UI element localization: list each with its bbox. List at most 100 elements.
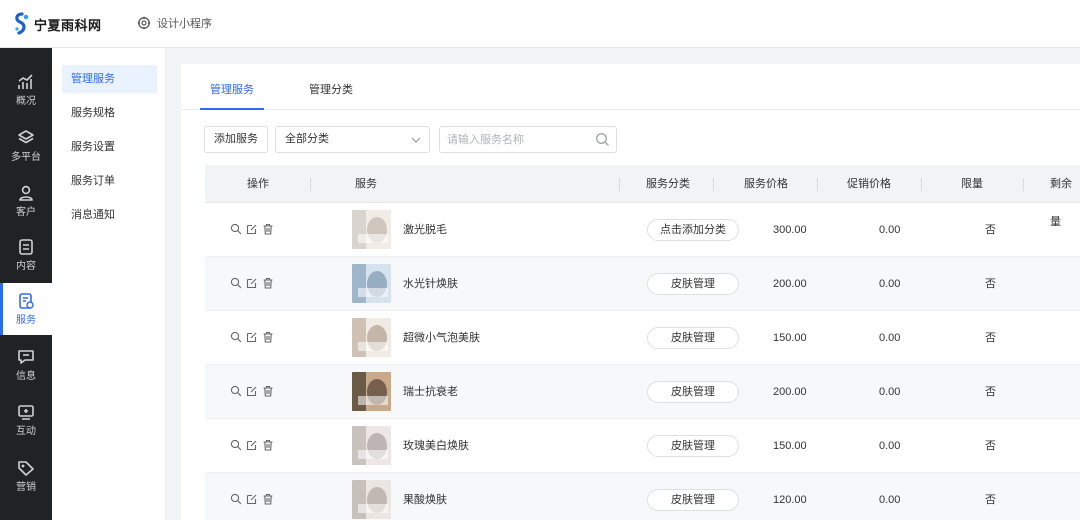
sidebar-item-label: 互动: [16, 426, 36, 437]
sidebar-item-label: 服务: [16, 315, 36, 326]
delete-icon[interactable]: [262, 277, 274, 289]
promo-price: 0.00: [879, 332, 901, 344]
subnav-item-notifications[interactable]: 消息通知: [62, 201, 157, 229]
service-name[interactable]: 激光脱毛: [403, 203, 447, 257]
sidebar-item-label: 客户: [16, 207, 36, 218]
column-header-limit: 限量: [961, 178, 983, 190]
limit-flag: 否: [985, 224, 996, 236]
search-icon[interactable]: [595, 132, 610, 147]
row-actions: [230, 493, 274, 505]
service-thumbnail: [352, 210, 391, 249]
category-pill[interactable]: 皮肤管理: [647, 435, 739, 457]
service-price: 300.00: [773, 224, 807, 236]
service-name[interactable]: 超微小气泡美肤: [403, 311, 480, 365]
sidebar-item-overview[interactable]: 概况: [0, 64, 52, 116]
sidebar-item-services[interactable]: 服务: [0, 283, 52, 335]
service-price: 150.00: [773, 440, 807, 452]
view-icon[interactable]: [230, 331, 242, 343]
edit-icon[interactable]: [246, 277, 258, 289]
brand-name: 宁夏雨科网: [34, 18, 102, 34]
limit-flag: 否: [985, 440, 996, 452]
document-icon: [19, 239, 33, 255]
limit-flag: 否: [985, 386, 996, 398]
sidebar-item-content[interactable]: 内容: [0, 229, 52, 281]
service-name[interactable]: 瑞士抗衰老: [403, 365, 458, 419]
delete-icon[interactable]: [262, 493, 274, 505]
service-thumbnail: [352, 372, 391, 411]
tab-manage-services[interactable]: 管理服务: [210, 81, 254, 97]
sidebar-item-multiplatform[interactable]: 多平台: [0, 120, 52, 172]
category-pill[interactable]: 皮肤管理: [647, 273, 739, 295]
column-header-remaining: 剩余量: [1050, 178, 1072, 228]
promo-price: 0.00: [879, 494, 901, 506]
column-header-actions: 操作: [247, 178, 269, 190]
delete-icon[interactable]: [262, 331, 274, 343]
edit-icon[interactable]: [246, 439, 258, 451]
promo-price: 0.00: [879, 278, 901, 290]
search-input[interactable]: [440, 127, 590, 152]
table-row: 果酸焕肤 皮肤管理 120.00 0.00 否: [205, 473, 1080, 520]
sidebar-item-label: 信息: [16, 371, 36, 382]
sidebar-item-messages[interactable]: 信息: [0, 339, 52, 391]
category-pill[interactable]: 皮肤管理: [647, 327, 739, 349]
edit-icon[interactable]: [246, 223, 258, 235]
row-actions: [230, 277, 274, 289]
table-row: 激光脱毛 点击添加分类 300.00 0.00 否: [205, 203, 1080, 257]
sidebar-item-marketing[interactable]: 营销: [0, 450, 52, 502]
promo-price: 0.00: [879, 224, 901, 236]
add-service-button[interactable]: 添加服务: [204, 126, 268, 153]
subnav-item-service-orders[interactable]: 服务订单: [62, 167, 157, 195]
sidebar-item-label: 概况: [16, 96, 36, 107]
tab-bar: 管理服务 管理分类: [181, 64, 1080, 110]
delete-icon[interactable]: [262, 439, 274, 451]
view-icon[interactable]: [230, 439, 242, 451]
category-select-value: 全部分类: [285, 133, 329, 145]
view-icon[interactable]: [230, 385, 242, 397]
column-divider: [713, 178, 714, 191]
service-price: 150.00: [773, 332, 807, 344]
sidebar-item-customers[interactable]: 客户: [0, 175, 52, 227]
subnav-item-service-specs[interactable]: 服务规格: [62, 99, 157, 127]
edit-icon[interactable]: [246, 385, 258, 397]
design-miniprogram-link[interactable]: 设计小程序: [137, 15, 212, 31]
active-tab-indicator: [200, 108, 264, 110]
column-divider: [921, 178, 922, 191]
brand-logo-icon: [15, 12, 29, 35]
secondary-sidebar: 管理服务 服务规格 服务设置 服务订单 消息通知: [52, 48, 166, 520]
sidebar-item-interaction[interactable]: 互动: [0, 394, 52, 446]
tab-manage-categories[interactable]: 管理分类: [309, 81, 353, 97]
edit-icon[interactable]: [246, 493, 258, 505]
view-icon[interactable]: [230, 493, 242, 505]
service-thumbnail: [352, 426, 391, 465]
limit-flag: 否: [985, 494, 996, 506]
service-thumbnail: [352, 264, 391, 303]
service-name[interactable]: 水光针焕肤: [403, 257, 458, 311]
category-pill[interactable]: 点击添加分类: [647, 219, 739, 241]
sidebar-item-label: 多平台: [11, 152, 41, 163]
interact-icon: [18, 405, 34, 420]
tag-icon: [18, 461, 34, 476]
design-icon: [137, 16, 151, 30]
category-pill[interactable]: 皮肤管理: [647, 381, 739, 403]
column-divider: [817, 178, 818, 191]
edit-icon[interactable]: [246, 331, 258, 343]
subnav-item-service-settings[interactable]: 服务设置: [62, 133, 157, 161]
primary-sidebar: 概况 多平台 客户 内容 服务 信息 互动 营销: [0, 48, 52, 520]
category-pill[interactable]: 皮肤管理: [647, 489, 739, 511]
brand-logo[interactable]: 宁夏雨科网: [12, 11, 102, 37]
service-name[interactable]: 玫瑰美白焕肤: [403, 419, 469, 473]
view-icon[interactable]: [230, 277, 242, 289]
view-icon[interactable]: [230, 223, 242, 235]
row-actions: [230, 439, 274, 451]
service-icon: [19, 293, 34, 309]
delete-icon[interactable]: [262, 223, 274, 235]
service-name[interactable]: 果酸焕肤: [403, 473, 447, 520]
chart-icon: [18, 74, 33, 89]
subnav-item-manage-services[interactable]: 管理服务: [62, 65, 157, 93]
column-divider: [310, 178, 311, 191]
service-price: 200.00: [773, 278, 807, 290]
column-header-service: 服务: [355, 178, 377, 190]
delete-icon[interactable]: [262, 385, 274, 397]
top-bar: 宁夏雨科网 设计小程序: [0, 0, 1080, 48]
category-select[interactable]: 全部分类: [275, 126, 430, 153]
